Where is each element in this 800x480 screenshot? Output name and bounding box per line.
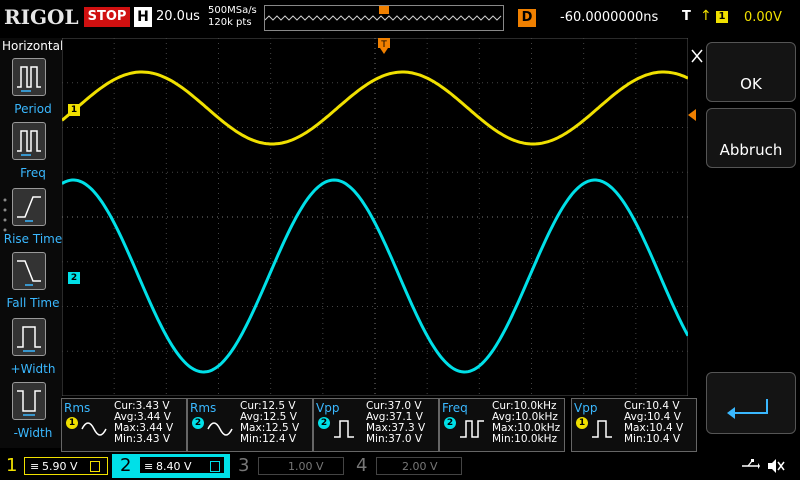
trigger-position-marker xyxy=(379,6,389,14)
measurement-vpp-ch2[interactable]: Vpp 2 Cur:37.0 V Avg:37.1 V Max:37.3 V Min:… xyxy=(313,398,439,452)
measurement-channel-badge: 2 xyxy=(444,417,456,429)
memory-depth: 120k pts xyxy=(208,17,252,28)
menu-item-period[interactable]: Period xyxy=(2,58,60,122)
ok-button[interactable]: OK xyxy=(706,42,796,102)
measurement-vpp-ch1[interactable]: Vpp 1 Cur:10.4 V Avg:10.4 V Max:10.4 V Min:… xyxy=(571,398,697,452)
ok-button-label: OK xyxy=(740,75,762,93)
timebase-value[interactable]: 20.0us xyxy=(156,9,200,24)
trigger-edge-icon: ↑ xyxy=(700,8,712,24)
enter-button[interactable] xyxy=(706,372,796,434)
overview-waveform-icon xyxy=(264,6,502,21)
speaker-muted-icon[interactable] xyxy=(766,458,786,474)
menu-title: Horizontal xyxy=(2,39,64,53)
svg-text:T: T xyxy=(380,40,387,50)
usb-icon xyxy=(740,458,760,474)
menu-item-positive-width[interactable]: +Width xyxy=(2,318,60,382)
timebase-label: H xyxy=(134,7,152,27)
trigger-label: T xyxy=(682,9,691,24)
measurement-values: Cur:10.4 V Avg:10.4 V Max:10.4 V Min:10.4 V xyxy=(624,400,684,445)
cancel-button[interactable]: Abbruch xyxy=(706,108,796,168)
rise-time-icon xyxy=(12,188,46,226)
channel-number: 2 xyxy=(120,455,132,476)
menu-scroll-indicator[interactable] xyxy=(2,196,8,236)
menu-item-negative-width[interactable]: -Width xyxy=(2,382,60,446)
measurement-channel-badge: 2 xyxy=(192,417,204,429)
measurement-freq-ch2[interactable]: Freq 2 Cur:10.0kHz Avg:10.0kHz Max:10.0kHz… xyxy=(439,398,565,452)
measurement-values: Cur:10.0kHz Avg:10.0kHz Max:10.0kHz Min:10.… xyxy=(492,400,561,445)
channel-scale-value: 8.40 V xyxy=(156,460,192,473)
measurement-rms-ch2[interactable]: Rms 2 Cur:12.5 V Avg:12.5 V Max:12.5 V Min:… xyxy=(187,398,313,452)
measurement-channel-badge: 2 xyxy=(318,417,330,429)
run-stop-indicator[interactable]: STOP xyxy=(84,7,130,27)
sine-wave-icon xyxy=(207,422,233,436)
measurement-channel-badge: 1 xyxy=(66,417,78,429)
measurement-name: Rms xyxy=(64,401,91,415)
channel-4-status[interactable]: 4 2.00 V xyxy=(350,454,468,478)
fall-time-icon xyxy=(12,252,46,290)
channel-scale-value: 1.00 V xyxy=(288,460,324,473)
peak-to-peak-icon xyxy=(592,420,612,438)
measurement-name: Freq xyxy=(442,401,468,415)
menu-item-freq[interactable]: Freq xyxy=(2,122,60,186)
negative-width-icon xyxy=(12,382,46,420)
menu-item-label: Rise Time xyxy=(3,232,63,246)
trigger-time-marker[interactable]: T xyxy=(378,38,390,54)
bandwidth-limit-icon xyxy=(210,461,220,472)
menu-item-label: Period xyxy=(14,102,52,116)
menu-item-label: +Width xyxy=(10,362,56,376)
frequency-icon xyxy=(12,122,46,160)
trigger-level-marker[interactable] xyxy=(688,106,698,121)
channel-number: 3 xyxy=(238,455,250,476)
close-icon[interactable] xyxy=(690,46,704,66)
channel-3-status[interactable]: 3 1.00 V xyxy=(232,454,350,478)
trigger-level-value[interactable]: 0.00V xyxy=(744,10,782,25)
delay-value[interactable]: -60.0000000ns xyxy=(560,10,658,25)
measurement-rms-ch1[interactable]: Rms 1 Cur:3.43 V Avg:3.44 V Max:3.44 V Min:… xyxy=(61,398,187,452)
brand-logo: RIGOL xyxy=(4,5,79,29)
channel-1-offset-marker[interactable]: 1 xyxy=(68,104,80,116)
positive-width-icon xyxy=(12,318,46,356)
channel-scale-value: 2.00 V xyxy=(402,460,438,473)
channel-number: 4 xyxy=(356,455,368,476)
menu-item-label: -Width xyxy=(13,426,53,440)
measurement-values: Cur:37.0 V Avg:37.1 V Max:37.3 V Min:37.0 V xyxy=(366,400,426,445)
bandwidth-limit-icon xyxy=(90,461,100,472)
channel-1-status[interactable]: 1 ≡ 5.90 V xyxy=(0,454,112,478)
delay-label: D xyxy=(518,9,536,27)
channel-2-status[interactable]: 2 ≡ 8.40 V xyxy=(112,454,230,478)
measurement-channel-badge: 1 xyxy=(576,417,588,429)
menu-item-label: Freq xyxy=(20,166,46,180)
measurement-values: Cur:3.43 V Avg:3.44 V Max:3.44 V Min:3.43 V xyxy=(114,400,174,445)
acquisition-info: 500MSa/s 120k pts xyxy=(208,5,257,29)
menu-item-label: Fall Time xyxy=(6,296,60,310)
trigger-source-badge: 1 xyxy=(716,11,728,23)
channel-2-offset-marker[interactable]: 2 xyxy=(68,272,80,284)
cancel-button-label: Abbruch xyxy=(719,141,783,159)
enter-icon xyxy=(727,399,768,419)
graticule xyxy=(61,37,690,397)
waveform-display[interactable] xyxy=(61,37,690,400)
measurement-name: Rms xyxy=(190,401,217,415)
sine-wave-icon xyxy=(81,422,107,436)
channel-2-coupling-icon: ≡ xyxy=(144,460,154,473)
menu-item-rise-time[interactable]: Rise Time xyxy=(2,188,62,252)
measurement-name: Vpp xyxy=(316,401,340,415)
channel-number: 1 xyxy=(6,455,18,476)
measurement-name: Vpp xyxy=(574,401,598,415)
peak-to-peak-icon xyxy=(334,420,354,438)
frequency-icon xyxy=(460,420,484,438)
waveform-overview-strip xyxy=(264,5,504,31)
channel-1-coupling-icon: ≡ xyxy=(30,460,40,473)
measurement-values: Cur:12.5 V Avg:12.5 V Max:12.5 V Min:12.4 V xyxy=(240,400,300,445)
period-icon xyxy=(12,58,46,96)
menu-item-fall-time[interactable]: Fall Time xyxy=(2,252,60,316)
channel-scale-value: 5.90 V xyxy=(42,460,78,473)
sample-rate: 500MSa/s xyxy=(208,5,257,16)
